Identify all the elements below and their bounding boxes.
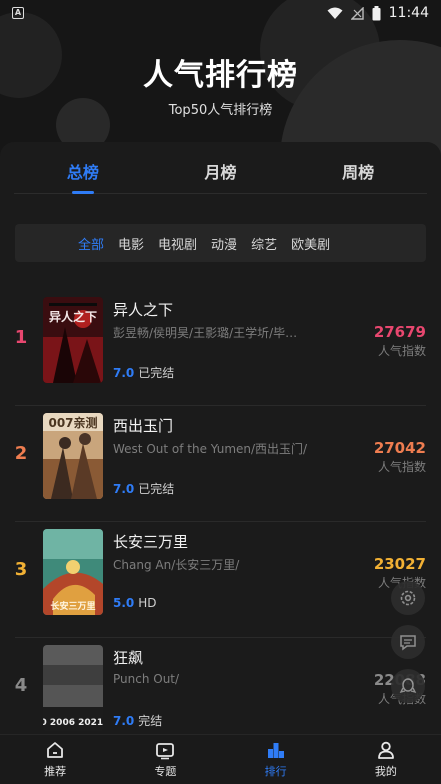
- nav-ranking[interactable]: 排行: [221, 735, 331, 784]
- tab-overall[interactable]: 总榜: [14, 142, 152, 194]
- item-title: 长安三万里: [113, 533, 189, 551]
- ranking-tabs: 总榜 月榜 周榜: [14, 142, 427, 194]
- wifi-icon: [327, 7, 343, 19]
- nav-label: 排行: [264, 765, 287, 778]
- notification-badge: A: [12, 7, 24, 19]
- poster-caption: 长安三万里: [50, 600, 95, 612]
- item-title: 异人之下: [113, 301, 174, 319]
- item-cast: 彭昱畅/侯明昊/王影璐/王学圻/毕…: [113, 326, 298, 340]
- feedback-icon: [400, 635, 416, 651]
- item-score: 5.0: [113, 596, 135, 610]
- filter-movie[interactable]: 电影: [111, 234, 151, 253]
- feedback-button[interactable]: [391, 625, 425, 659]
- nav-label: 专题: [154, 765, 177, 778]
- battery-icon: [372, 5, 381, 20]
- bottom-nav: 推荐 专题 排行 我的: [0, 734, 441, 784]
- status-time: 11:44: [388, 5, 429, 21]
- rank-number: 4: [14, 675, 28, 696]
- ranking-panel: 总榜 月榜 周榜 全部 电影 电视剧 动漫 综艺 欧美剧 1 异人之下 异人之下…: [0, 142, 441, 734]
- poster-caption: 异人之下: [49, 309, 97, 324]
- filter-variety[interactable]: 综艺: [244, 234, 284, 253]
- nav-topics[interactable]: 专题: [110, 735, 220, 784]
- tab-weekly[interactable]: 周榜: [289, 142, 427, 193]
- popularity-label: 人气指数: [377, 460, 426, 474]
- ranking-icon: [267, 743, 284, 758]
- poster-image[interactable]: 007亲测: [43, 413, 103, 499]
- item-meta: 5.0 HD: [113, 596, 157, 610]
- item-status: HD: [138, 596, 157, 610]
- category-filter-bar: 全部 电影 电视剧 动漫 综艺 欧美剧: [15, 224, 426, 262]
- page-subtitle: Top50人气排行榜: [168, 103, 273, 118]
- item-cast: Punch Out/: [113, 672, 180, 686]
- settings-icon: [400, 590, 416, 606]
- poster-caption: 007亲测: [48, 415, 97, 430]
- list-item[interactable]: 4 2000 2006 2021 狂飙 狂飙 Punch Out/ 7.0完结 …: [0, 638, 441, 734]
- qq-button[interactable]: [391, 669, 425, 703]
- item-status: 已完结: [138, 482, 175, 496]
- filter-anime[interactable]: 动漫: [204, 234, 244, 253]
- tv-icon: [156, 743, 175, 760]
- filter-all[interactable]: 全部: [71, 234, 111, 253]
- item-meta: 7.0 已完结: [113, 480, 174, 497]
- nav-recommend[interactable]: 推荐: [0, 735, 110, 784]
- item-cast: Chang An/长安三万里/: [113, 558, 240, 572]
- poster-image[interactable]: 2000 2006 2021 狂飙: [43, 645, 103, 731]
- item-status: 已完结: [138, 366, 175, 380]
- popularity-value: 27679: [373, 323, 426, 341]
- rank-number: 1: [14, 327, 28, 348]
- item-score: 7.0: [113, 366, 135, 380]
- item-score: 7.0: [113, 714, 135, 728]
- item-status: 完结: [138, 714, 163, 728]
- filter-western-series[interactable]: 欧美剧: [284, 234, 337, 253]
- rank-number: 2: [14, 443, 28, 464]
- nav-label: 推荐: [44, 765, 67, 778]
- poster-caption: 2000 2006 2021 狂飙: [43, 716, 103, 728]
- item-title: 西出玉门: [113, 417, 174, 435]
- poster-image[interactable]: 异人之下: [43, 297, 103, 383]
- item-cast: West Out of the Yumen/西出玉门/: [113, 442, 308, 456]
- user-icon: [377, 741, 394, 759]
- qq-icon: [399, 678, 417, 694]
- tab-monthly[interactable]: 月榜: [152, 142, 290, 193]
- ranking-list: 1 异人之下 异人之下 彭昱畅/侯明昊/王影璐/王学圻/毕… 7.0 已完结 27…: [0, 290, 441, 734]
- item-title: 狂飙: [113, 649, 144, 667]
- item-score: 7.0: [113, 482, 135, 496]
- filter-tv-series[interactable]: 电视剧: [151, 234, 204, 253]
- item-meta: 7.0 完结: [113, 712, 162, 729]
- page-title: 人气排行榜: [143, 58, 298, 93]
- item-meta: 7.0 已完结: [113, 364, 174, 381]
- status-bar: A 11:44: [0, 0, 441, 26]
- rank-number: 3: [14, 559, 28, 580]
- list-item[interactable]: 2 007亲测 西出玉门 West Out of the Yumen/西出玉门/…: [0, 406, 441, 522]
- settings-button[interactable]: [391, 581, 425, 615]
- nav-label: 我的: [374, 765, 397, 778]
- poster-image[interactable]: 长安三万里: [43, 529, 103, 615]
- list-item[interactable]: 3 长安三万里 长安三万里 Chang An/长安三万里/ 5.0 HD 2302…: [0, 522, 441, 638]
- signal-icon: [350, 6, 364, 20]
- nav-mine[interactable]: 我的: [331, 735, 441, 784]
- popularity-value: 27042: [373, 439, 426, 457]
- popularity-label: 人气指数: [377, 344, 426, 358]
- home-icon: [47, 742, 64, 758]
- popularity-value: 23027: [373, 555, 426, 573]
- list-item[interactable]: 1 异人之下 异人之下 彭昱畅/侯明昊/王影璐/王学圻/毕… 7.0 已完结 27…: [0, 290, 441, 406]
